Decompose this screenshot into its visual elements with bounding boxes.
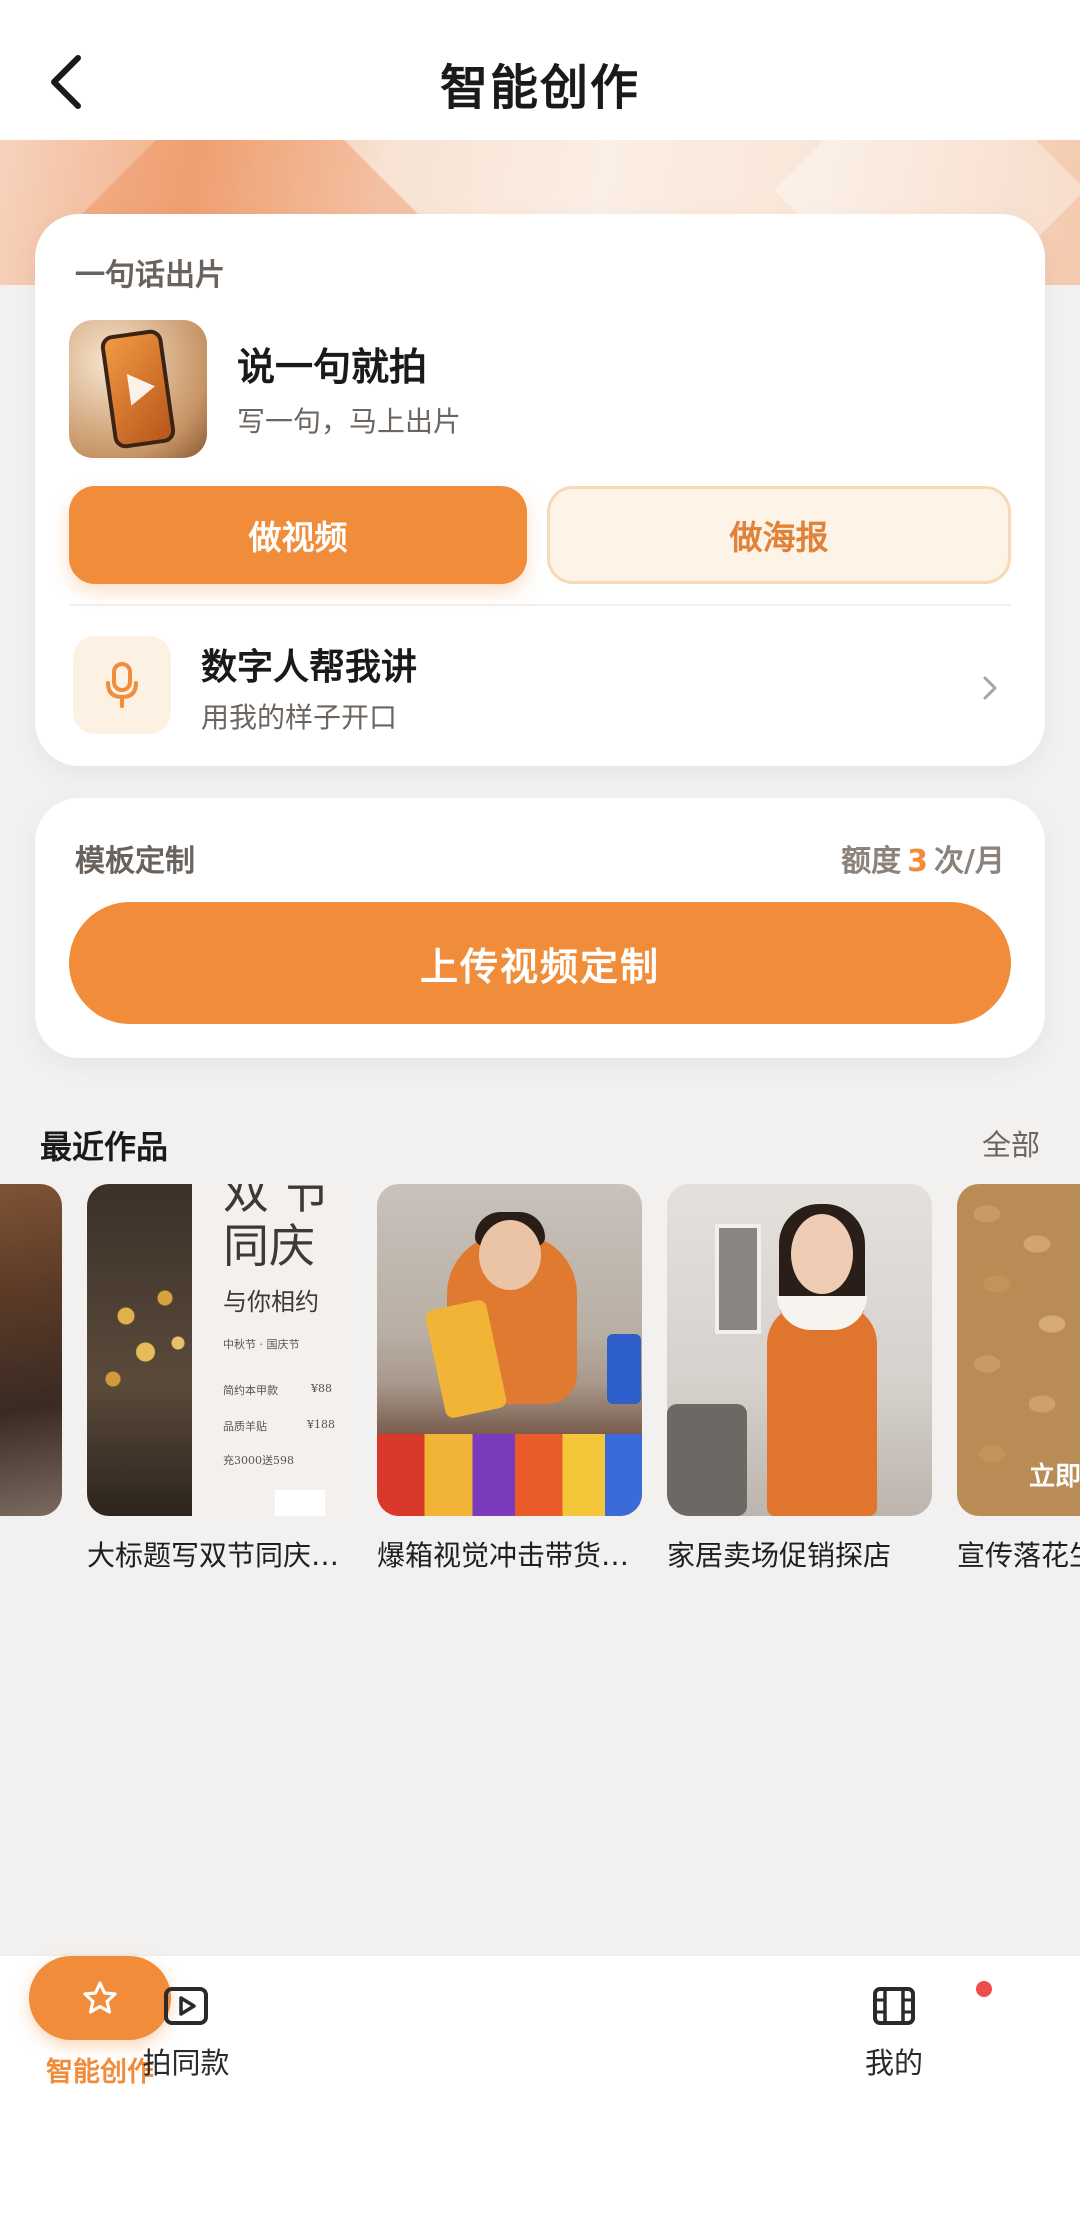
work-card[interactable]: 立即 宣传落花生 [957,1184,1080,1574]
nav-tab-shoot-same[interactable]: 拍同款 [86,1986,286,2082]
work-caption: 家居卖场促销探店 [667,1539,892,1572]
quota-suffix: 次/月 [934,844,1005,879]
work-thumbnail: 双 节 同庆 与你相约 中秋节 · 国庆节 简约本甲款 ¥88 品质羊贴 ¥18… [87,1184,352,1516]
quick-create-card: 一句话出片 说一句就拍 写一句，马上出片 做视频 做海报 数字人帮我讲 用我的样… [35,214,1045,766]
recent-works-title: 最近作品 [40,1128,169,1166]
poster-row-2-label: 品质羊贴 [223,1420,267,1433]
nav-tab-mine[interactable]: 我的 [794,1986,994,2082]
top-bar: 智能创作 [0,0,1080,140]
digital-human-icon-box[interactable] [73,636,171,734]
work-thumbnail [377,1184,642,1516]
work-caption: 大 [0,1534,62,1574]
work-card[interactable]: 双 节 同庆 与你相约 中秋节 · 国庆节 简约本甲款 ¥88 品质羊贴 ¥18… [87,1184,352,1574]
peanut-tag: 立即 [1029,1462,1080,1492]
feature-title: 说一句就拍 [237,345,428,389]
poster-line-1: 双 节 [223,1184,330,1219]
divider [69,604,1011,606]
work-card[interactable]: 爆箱视觉冲击带货… [377,1184,642,1574]
poster-row-3-label: 充3000送598 [223,1454,294,1467]
digital-human-title[interactable]: 数字人帮我讲 [201,638,417,690]
section-label-template: 模板定制 [75,844,195,879]
work-thumbnail [0,1184,62,1516]
nav-label-mine: 我的 [864,2046,923,2080]
digital-human-subtitle: 用我的样子开口 [201,701,398,734]
poster-line-3: 与你相约 [223,1288,319,1316]
make-video-button[interactable]: 做视频 [69,486,527,584]
work-thumbnail [667,1184,932,1516]
play-icon [126,370,158,406]
quota-text: 额度 3 次/月 [841,836,1005,880]
work-caption: 大标题写双节同庆… [87,1539,340,1572]
video-play-icon [164,1987,208,2025]
recent-works-carousel[interactable]: 大 双 节 同庆 与你相约 中秋节 · 国庆节 简约本甲款 ¥88 品质羊贴 ¥… [0,1184,1080,1574]
feature-subtitle: 写一句，马上出片 [237,405,462,438]
feature-thumbnail [69,320,207,458]
film-icon [873,1987,915,2025]
microphone-icon [106,662,138,708]
work-card[interactable]: 家居卖场促销探店 [667,1184,932,1574]
nav-label-shoot-same: 拍同款 [142,2046,230,2080]
quota-prefix: 额度 [841,844,902,879]
upload-video-button[interactable]: 上传视频定制 [69,902,1011,1024]
bottom-nav: 拍同款 智能创作 我的 [0,1955,1080,2238]
section-label-quick-create: 一句话出片 [75,258,225,293]
work-caption: 宣传落花生 [957,1539,1080,1572]
poster-row-2-price: ¥188 [307,1418,335,1431]
chevron-right-icon [983,676,997,700]
poster-line-4: 中秋节 · 国庆节 [223,1338,300,1351]
view-all-link[interactable]: 全部 [982,1122,1040,1164]
work-thumbnail: 立即 [957,1184,1080,1516]
quota-value: 3 [907,844,929,879]
notification-badge [976,1981,992,1997]
poster-row-1-price: ¥88 [311,1382,332,1395]
work-card[interactable]: 大 [0,1184,62,1574]
work-caption: 爆箱视觉冲击带货… [377,1539,630,1572]
make-poster-button[interactable]: 做海报 [547,486,1011,584]
digital-human-chevron[interactable] [975,668,1005,708]
poster-line-2: 同庆 [223,1219,315,1273]
template-card: 模板定制 额度 3 次/月 上传视频定制 [35,798,1045,1058]
poster-row-1-label: 简约本甲款 [223,1384,278,1397]
page-title: 智能创作 [439,60,640,116]
